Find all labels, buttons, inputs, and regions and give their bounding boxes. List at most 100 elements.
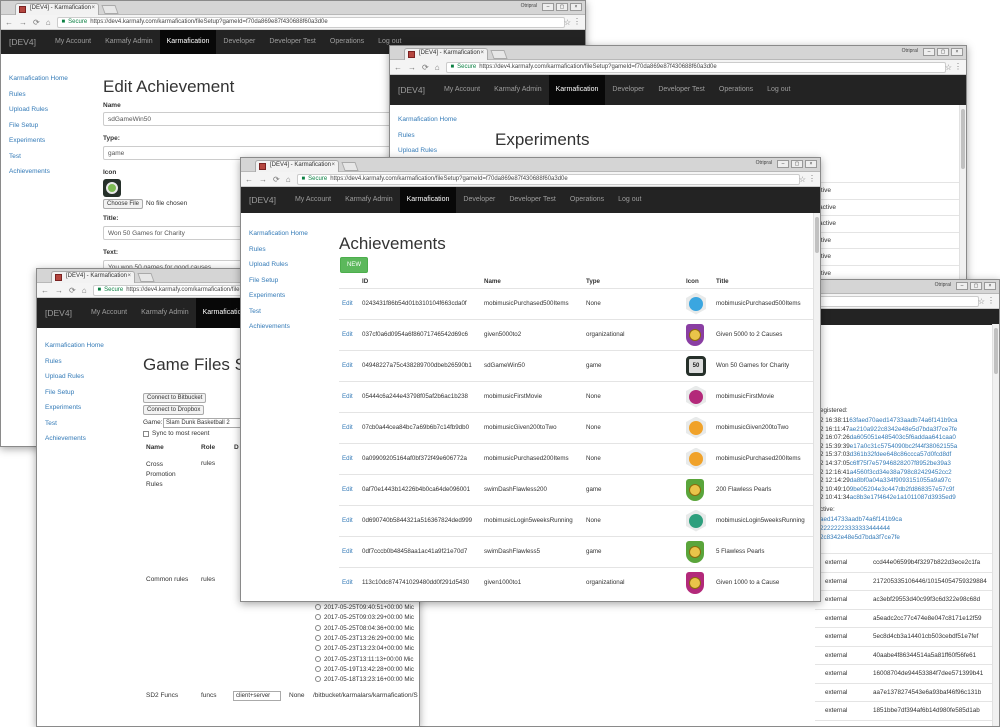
new-tab-button[interactable] xyxy=(490,50,508,59)
sidebar-item-upload-rules[interactable]: Upload Rules xyxy=(9,102,68,118)
sidebar-item-file-setup[interactable]: File Setup xyxy=(9,118,68,134)
edit-link[interactable]: Edit xyxy=(342,455,353,462)
profile-name[interactable]: Otripral xyxy=(935,282,954,290)
scrollbar-thumb[interactable] xyxy=(815,217,819,253)
reload-icon[interactable]: ⟳ xyxy=(273,175,280,184)
nav-developer[interactable]: Developer xyxy=(456,188,502,212)
nav-developer-test[interactable]: Developer Test xyxy=(502,188,563,212)
version-radio-item[interactable]: 2017-05-19T13:42:28+00:00 Mic xyxy=(315,665,414,673)
forward-icon[interactable]: → xyxy=(19,18,27,27)
edit-link[interactable]: Edit xyxy=(342,362,353,369)
home-icon[interactable]: ⌂ xyxy=(435,63,440,72)
edit-link[interactable]: Edit xyxy=(342,517,353,524)
back-icon[interactable]: ← xyxy=(245,175,253,184)
sidebar-item-rules[interactable]: Rules xyxy=(249,242,308,258)
radio-button[interactable] xyxy=(315,634,321,641)
browser-menu-icon[interactable]: ⋮ xyxy=(987,296,995,305)
close-window-button[interactable]: × xyxy=(984,282,996,290)
url-field[interactable]: ■Securehttps://dev4.karmafy.com/karmafic… xyxy=(56,16,565,28)
scrollbar-thumb[interactable] xyxy=(994,328,998,374)
sidebar-item-upload-rules[interactable]: Upload Rules xyxy=(249,257,308,273)
nav-developer[interactable]: Developer xyxy=(216,30,262,54)
browser-tab[interactable]: [DEV4] - Karmafication× xyxy=(404,48,488,60)
sidebar-item-rules[interactable]: Rules xyxy=(9,87,68,103)
scrollbar[interactable] xyxy=(992,324,999,726)
nav-karmafy-admin[interactable]: Karmafy Admin xyxy=(98,30,159,54)
nav-operations[interactable]: Operations xyxy=(712,78,760,102)
profile-name[interactable]: Otripral xyxy=(902,48,921,56)
sidebar-item-home[interactable]: Karmafication Home xyxy=(9,71,68,87)
sidebar-item-achievements[interactable]: Achievements xyxy=(249,319,308,335)
edit-link[interactable]: Edit xyxy=(342,579,353,586)
version-radio-item[interactable]: 2017-05-23T13:11:13+00:00 Mic xyxy=(315,655,414,663)
nav-karmafication[interactable]: Karmafication xyxy=(548,75,606,105)
sidebar-item-file-setup[interactable]: File Setup xyxy=(45,385,104,401)
reload-icon[interactable]: ⟳ xyxy=(422,63,429,72)
browser-tab[interactable]: [DEV4] - Karmafication× xyxy=(255,160,339,172)
registered-id-link[interactable]: a4560f3cd34e38a798c82429452cc2 xyxy=(850,469,952,476)
sidebar-item-experiments[interactable]: Experiments xyxy=(249,288,308,304)
registered-id-link[interactable]: 63faed70aed14733aadb74a6f141b9ca xyxy=(849,417,957,424)
radio-button[interactable] xyxy=(315,604,321,610)
new-tab-button[interactable] xyxy=(101,5,119,14)
active-id[interactable]: 22222223333333444444 xyxy=(820,525,890,532)
nav-karmafy-admin[interactable]: Karmafy Admin xyxy=(338,188,399,212)
choose-file-button[interactable]: Choose File xyxy=(103,199,144,209)
nav-karmafication[interactable]: Karmafication xyxy=(159,30,217,54)
maximize-button[interactable]: ▢ xyxy=(970,282,982,290)
reload-icon[interactable]: ⟳ xyxy=(33,18,40,27)
nav-my-account[interactable]: My Account xyxy=(437,78,487,102)
radio-button[interactable] xyxy=(315,645,321,652)
nav-my-account[interactable]: My Account xyxy=(84,301,134,325)
forward-icon[interactable]: → xyxy=(408,63,416,72)
minimize-button[interactable]: – xyxy=(542,3,554,11)
new-tab-button[interactable] xyxy=(137,273,155,282)
close-window-button[interactable]: × xyxy=(570,3,582,11)
close-tab-icon[interactable]: × xyxy=(331,162,335,168)
edit-link[interactable]: Edit xyxy=(342,331,353,338)
active-id[interactable]: 2c8342e48e5d7bda3f7ce7fe xyxy=(820,534,900,541)
sidebar-item-rules[interactable]: Rules xyxy=(45,354,104,370)
sidebar-item-file-setup[interactable]: File Setup xyxy=(249,273,308,289)
brand[interactable]: [DEV4] xyxy=(9,37,36,47)
close-tab-icon[interactable]: × xyxy=(91,5,95,11)
registered-id-link[interactable]: d361b32fdee648c86ccca57d0fcd8df xyxy=(850,451,952,458)
connect-dropbox-button[interactable]: Connect to Dropbox xyxy=(143,405,205,415)
registered-id-link[interactable]: 9be05204e3c447db2fd868357e57c9f xyxy=(850,486,954,493)
profile-name[interactable]: Otripral xyxy=(756,160,775,168)
edit-link[interactable]: Edit xyxy=(342,548,353,555)
back-icon[interactable]: ← xyxy=(394,63,402,72)
scrollbar[interactable] xyxy=(959,105,966,284)
radio-button[interactable] xyxy=(315,676,321,683)
minimize-button[interactable]: – xyxy=(923,48,935,56)
brand[interactable]: [DEV4] xyxy=(45,308,72,318)
version-radio-item[interactable]: 2017-05-25T09:40:51+00:00 Mic xyxy=(315,604,414,611)
new-tab-button[interactable] xyxy=(341,162,359,171)
bookmark-star-icon[interactable]: ☆ xyxy=(799,175,806,184)
sidebar-item-home[interactable]: Karmafication Home xyxy=(45,338,104,354)
brand[interactable]: [DEV4] xyxy=(249,195,276,205)
browser-menu-icon[interactable]: ⋮ xyxy=(808,174,816,183)
bookmark-star-icon[interactable]: ☆ xyxy=(945,63,952,72)
minimize-button[interactable]: – xyxy=(777,160,789,168)
browser-menu-icon[interactable]: ⋮ xyxy=(954,62,962,71)
nav-log-out[interactable]: Log out xyxy=(760,78,797,102)
maximize-button[interactable]: ▢ xyxy=(791,160,803,168)
connect-bitbucket-button[interactable]: Connect to Bitbucket xyxy=(143,393,207,403)
edit-link[interactable]: Edit xyxy=(342,486,353,493)
registered-id-link[interactable]: ae210a922c8342e48e5d7bda3f7ce7fe xyxy=(849,426,957,433)
maximize-button[interactable]: ▢ xyxy=(937,48,949,56)
sync-checkbox[interactable] xyxy=(143,431,149,437)
version-radio-item[interactable]: 2017-05-25T08:04:36+00:00 Mic xyxy=(315,624,414,632)
sidebar-item-achievements[interactable]: Achievements xyxy=(45,431,104,447)
name-input[interactable]: sdGameWin50 xyxy=(103,112,403,126)
close-tab-icon[interactable]: × xyxy=(480,50,484,56)
home-icon[interactable]: ⌂ xyxy=(82,286,87,295)
radio-button[interactable] xyxy=(315,665,321,672)
sidebar-item-test[interactable]: Test xyxy=(249,304,308,320)
version-radio-item[interactable]: 2017-05-25T09:03:29+00:00 Mic xyxy=(315,614,414,621)
edit-link[interactable]: Edit xyxy=(342,300,353,307)
nav-log-out[interactable]: Log out xyxy=(611,188,648,212)
edit-link[interactable]: Edit xyxy=(342,393,353,400)
registered-id-link[interactable]: da8bf0a04a334f9093151055a9a97c xyxy=(850,477,951,484)
